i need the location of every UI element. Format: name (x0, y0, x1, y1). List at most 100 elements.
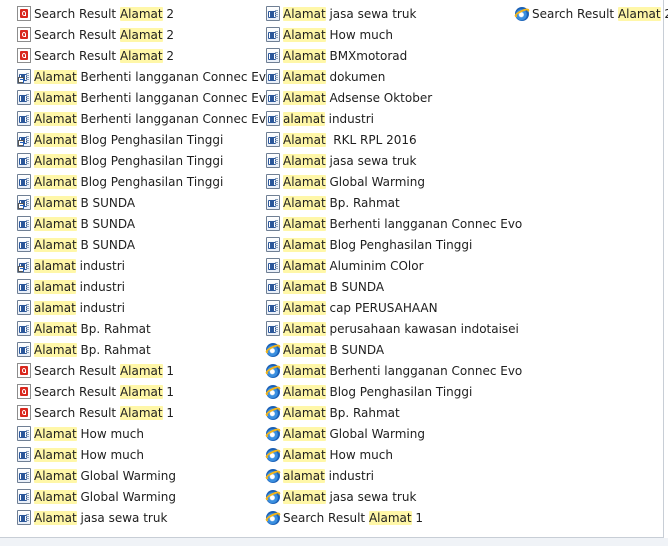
file-item[interactable]: Search Result Alamat 1 (17, 381, 257, 402)
file-item[interactable]: Search Result Alamat 1 (17, 402, 257, 423)
file-item[interactable]: Alamat Bp. Rahmat (266, 192, 506, 213)
file-item[interactable]: Search Result Alamat 2 (515, 3, 668, 24)
file-name-suffix: cap PERUSAHAAN (325, 300, 438, 315)
search-match-highlight: Alamat (119, 384, 163, 399)
search-match-highlight: Alamat (34, 111, 77, 126)
word-shortcut-icon (17, 195, 31, 210)
file-item[interactable]: Alamat B SUNDA (266, 339, 506, 360)
file-name-suffix: B SUNDA (76, 216, 136, 231)
search-match-highlight: Alamat (283, 48, 326, 63)
file-name: Alamat B SUNDA (34, 237, 135, 253)
file-item[interactable]: Alamat Berhenti langganan Connec Evo (17, 66, 273, 87)
file-item[interactable]: Search Result Alamat 2 (17, 3, 257, 24)
file-name-suffix: How much (325, 27, 393, 42)
file-item[interactable]: Alamat Aluminim COlor (266, 255, 506, 276)
file-item[interactable]: Alamat Global Warming (266, 171, 506, 192)
file-item[interactable]: Alamat How much (17, 423, 257, 444)
file-item[interactable]: Alamat Blog Penghasilan Tinggi (266, 381, 506, 402)
file-item[interactable]: Alamat cap PERUSAHAAN (266, 297, 506, 318)
file-item[interactable]: Alamat Berhenti langganan Connec Evo (266, 213, 522, 234)
word-icon (17, 510, 31, 525)
word-icon (266, 279, 280, 294)
file-item[interactable]: Alamat Bp. Rahmat (17, 318, 257, 339)
file-item[interactable]: Alamat Adsense Oktober (266, 87, 506, 108)
search-match-highlight: Alamat (283, 69, 326, 84)
file-name: Alamat Berhenti langganan Connec Evo (283, 363, 522, 379)
file-name-prefix: Search Result (34, 48, 120, 63)
file-name: Alamat RKL RPL 2016 (283, 132, 417, 148)
file-name-suffix: industri (324, 111, 374, 126)
file-name: Search Result Alamat 1 (283, 510, 423, 526)
ie-icon (266, 363, 280, 378)
file-item[interactable]: alamat industri (17, 255, 257, 276)
file-item[interactable]: alamat industri (266, 465, 506, 486)
file-item[interactable]: Alamat Global Warming (17, 465, 257, 486)
word-icon (17, 153, 31, 168)
file-item[interactable]: Alamat Berhenti langganan Connec Evo (17, 108, 273, 129)
file-item[interactable]: Alamat jasa sewa truk (266, 150, 506, 171)
file-item[interactable]: Alamat RKL RPL 2016 (266, 129, 506, 150)
search-match-highlight: Alamat (283, 447, 326, 462)
search-match-highlight: Alamat (119, 27, 163, 42)
search-match-highlight: Alamat (34, 237, 77, 252)
file-item[interactable]: Alamat jasa sewa truk (266, 3, 506, 24)
file-item[interactable]: Alamat B SUNDA (17, 234, 257, 255)
word-icon (266, 174, 280, 189)
file-item[interactable]: Alamat How much (266, 24, 506, 45)
file-name-suffix: industri (75, 258, 125, 273)
file-item[interactable]: Alamat jasa sewa truk (266, 486, 506, 507)
word-icon (266, 300, 280, 315)
shortcut-arrow-icon (18, 140, 24, 146)
file-item[interactable]: Alamat Blog Penghasilan Tinggi (17, 150, 257, 171)
file-name: Alamat Blog Penghasilan Tinggi (34, 132, 223, 148)
file-item[interactable]: Alamat Berhenti langganan Connec Evo (266, 360, 522, 381)
ie-icon (266, 489, 280, 504)
file-name: Alamat Bp. Rahmat (283, 195, 400, 211)
file-item[interactable]: Search Result Alamat 2 (17, 24, 257, 45)
file-item[interactable]: Alamat Global Warming (17, 486, 257, 507)
file-item[interactable]: Search Result Alamat 1 (17, 360, 257, 381)
word-shortcut-icon (17, 258, 31, 273)
file-item[interactable]: alamat industri (266, 108, 506, 129)
search-match-highlight: Alamat (283, 132, 326, 147)
file-column-3: Search Result Alamat 2 (515, 3, 668, 24)
file-item[interactable]: Alamat Bp. Rahmat (17, 339, 257, 360)
file-item[interactable]: Alamat Berhenti langganan Connec Evo (17, 87, 273, 108)
file-item[interactable]: alamat industri (17, 297, 257, 318)
file-name-suffix: Bp. Rahmat (76, 321, 151, 336)
file-column-1: Search Result Alamat 2 Search Result Alam… (17, 3, 273, 528)
file-item[interactable]: Alamat Blog Penghasilan Tinggi (17, 171, 257, 192)
search-match-highlight: Alamat (119, 48, 163, 63)
word-icon (17, 468, 31, 483)
file-item[interactable]: Alamat jasa sewa truk (17, 507, 257, 528)
search-match-highlight: Alamat (283, 384, 326, 399)
file-item[interactable]: Alamat B SUNDA (17, 192, 257, 213)
search-match-highlight: alamat (283, 468, 325, 483)
file-item[interactable]: Alamat Blog Penghasilan Tinggi (266, 234, 506, 255)
file-item[interactable]: Alamat How much (17, 444, 257, 465)
file-item[interactable]: Alamat How much (266, 444, 506, 465)
search-match-highlight: Alamat (283, 237, 326, 252)
file-name-suffix: dokumen (325, 69, 386, 84)
file-item[interactable]: Alamat B SUNDA (17, 213, 257, 234)
search-match-highlight: Alamat (283, 195, 326, 210)
file-name-suffix: industri (75, 279, 125, 294)
file-item[interactable]: alamat industri (17, 276, 257, 297)
file-item[interactable]: Alamat Bp. Rahmat (266, 402, 506, 423)
file-item[interactable]: Alamat perusahaan kawasan indotaisei (266, 318, 519, 339)
file-name-prefix: Search Result (34, 6, 120, 21)
search-match-highlight: Alamat (119, 6, 163, 21)
file-item[interactable]: Alamat dokumen (266, 66, 506, 87)
search-match-highlight: Alamat (34, 426, 77, 441)
file-item[interactable]: Search Result Alamat 1 (266, 507, 506, 528)
file-item[interactable]: Alamat Global Warming (266, 423, 506, 444)
file-name-suffix: jasa sewa truk (76, 510, 168, 525)
search-match-highlight: Alamat (34, 69, 77, 84)
file-item[interactable]: Search Result Alamat 2 (17, 45, 257, 66)
file-name-suffix: Bp. Rahmat (325, 195, 400, 210)
file-name: Search Result Alamat 1 (34, 405, 174, 421)
file-item[interactable]: Alamat Blog Penghasilan Tinggi (17, 129, 257, 150)
file-item[interactable]: Alamat B SUNDA (266, 276, 506, 297)
file-item[interactable]: Alamat BMXmotorad (266, 45, 506, 66)
word-icon (266, 48, 280, 63)
